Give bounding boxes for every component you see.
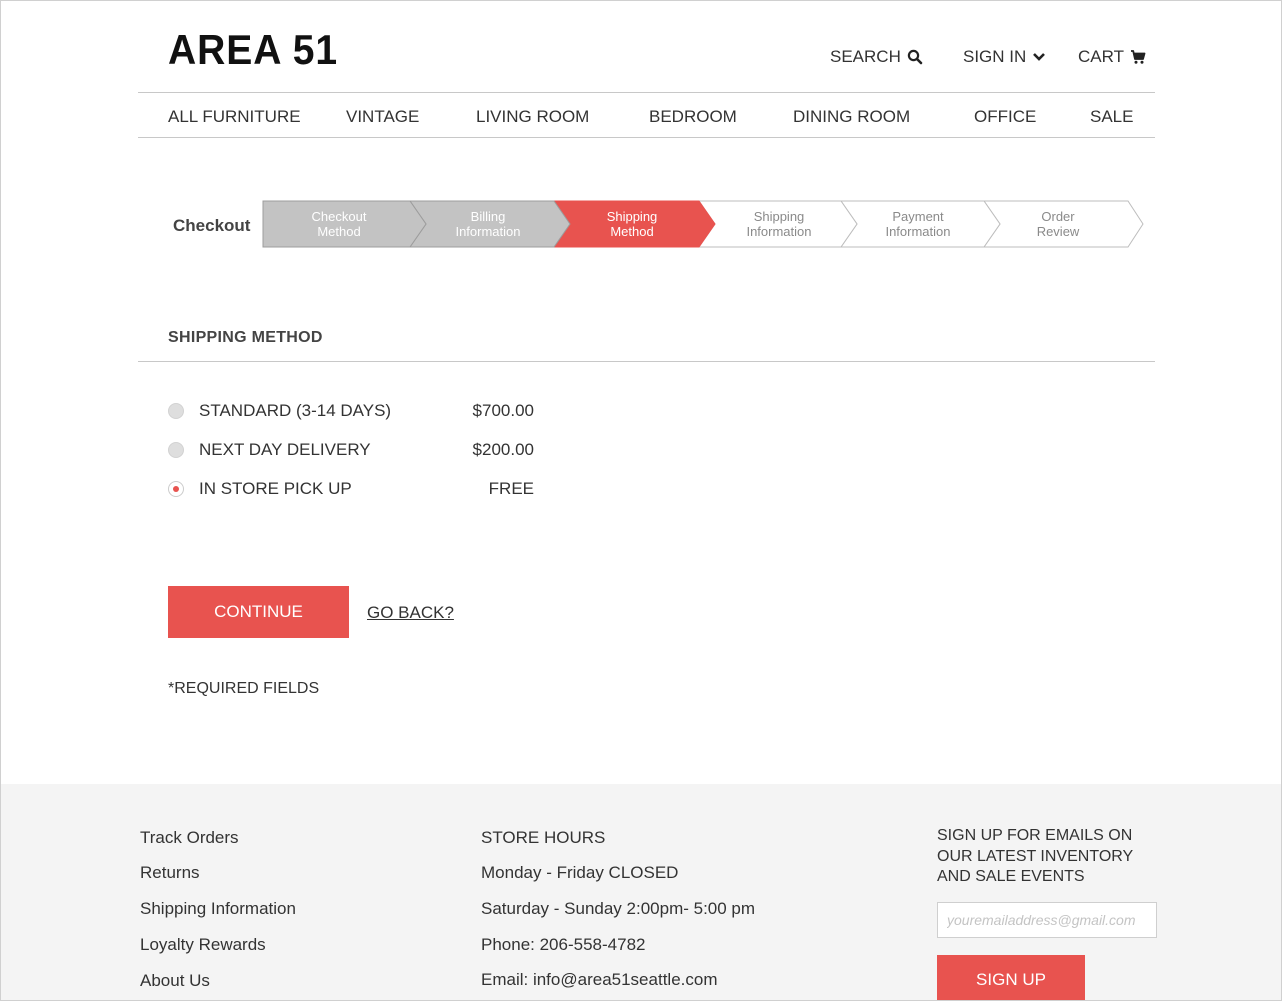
step-label-line1: Billing xyxy=(470,209,506,224)
radio-in-store-pickup[interactable] xyxy=(168,481,184,497)
radio-standard[interactable] xyxy=(168,403,184,419)
step-label-order-review: Order Review xyxy=(998,209,1118,239)
go-back-link[interactable]: GO BACK? xyxy=(367,603,454,623)
step-label-line1: Order xyxy=(1041,209,1075,224)
footer xyxy=(0,784,1282,1001)
section-divider xyxy=(138,361,1155,362)
step-label-line2: Method xyxy=(317,224,361,239)
store-hours-weekday: Monday - Friday CLOSED xyxy=(481,863,679,882)
signup-heading-line: AND SALE EVENTS xyxy=(937,868,1085,885)
nav-item-office[interactable]: OFFICE xyxy=(974,107,1036,127)
store-phone: Phone: 206-558-4782 xyxy=(481,935,646,954)
nav-item-living-room[interactable]: LIVING ROOM xyxy=(476,107,589,127)
nav-item-vintage[interactable]: VINTAGE xyxy=(346,107,419,127)
option-price: $700.00 xyxy=(472,401,534,420)
footer-link-shipping-information[interactable]: Shipping Information xyxy=(140,899,296,919)
cart-button[interactable]: CART xyxy=(1078,47,1146,67)
nav-item-bedroom[interactable]: BEDROOM xyxy=(649,107,737,127)
shipping-option-in-store-pickup[interactable]: IN STORE PICK UP FREE xyxy=(168,478,548,500)
store-email: Email: info@area51seattle.com xyxy=(481,970,718,989)
option-label: STANDARD (3-14 DAYS) xyxy=(199,401,392,420)
sign-in-label: SIGN IN xyxy=(963,47,1027,66)
email-signup-heading: SIGN UP FOR EMAILS ON OUR LATEST INVENTO… xyxy=(937,826,1157,888)
step-label-shipping-method: Shipping Method xyxy=(572,209,692,239)
step-label-line1: Shipping xyxy=(753,209,805,224)
step-label-billing-information: Billing Information xyxy=(428,209,548,239)
footer-link-about-us[interactable]: About Us xyxy=(140,971,210,991)
shipping-option-standard[interactable]: STANDARD (3-14 DAYS) $700.00 xyxy=(168,400,548,422)
footer-link-loyalty-rewards[interactable]: Loyalty Rewards xyxy=(140,935,266,955)
step-label-line2: Information xyxy=(455,224,521,239)
sign-up-button[interactable]: SIGN UP xyxy=(937,955,1085,1001)
email-signup-input[interactable] xyxy=(937,902,1157,938)
store-hours-weekend: Saturday - Sunday 2:00pm- 5:00 pm xyxy=(481,899,756,918)
nav-item-sale[interactable]: SALE xyxy=(1090,107,1133,127)
search-icon xyxy=(907,49,923,65)
search-button[interactable]: SEARCH xyxy=(830,47,923,67)
checkout-progress-title: Checkout xyxy=(173,216,251,235)
cart-icon xyxy=(1130,50,1146,64)
step-label-checkout-method: Checkout Method xyxy=(279,209,399,239)
option-price: $200.00 xyxy=(472,440,534,459)
section-title-shipping-method: SHIPPING METHOD xyxy=(168,329,323,346)
step-label-line1: Checkout xyxy=(311,209,367,224)
radio-next-day[interactable] xyxy=(168,442,184,458)
store-hours-title: STORE HOURS xyxy=(481,828,606,847)
nav-divider-top xyxy=(138,92,1155,93)
step-label-line2: Review xyxy=(1036,224,1080,239)
signup-heading-line: SIGN UP FOR EMAILS ON xyxy=(937,827,1133,844)
chevron-down-icon xyxy=(1033,53,1046,61)
continue-button[interactable]: CONTINUE xyxy=(168,586,349,638)
step-label-line2: Information xyxy=(746,224,812,239)
step-label-line1: Shipping xyxy=(606,209,658,224)
nav-item-dining-room[interactable]: DINING ROOM xyxy=(793,107,910,127)
footer-link-returns[interactable]: Returns xyxy=(140,863,200,883)
sign-in-dropdown[interactable]: SIGN IN xyxy=(963,47,1046,67)
search-label: SEARCH xyxy=(830,47,901,66)
step-label-line2: Information xyxy=(885,224,951,239)
step-label-payment-information: Payment Information xyxy=(858,209,978,239)
nav-divider-bottom xyxy=(138,137,1155,138)
option-label: IN STORE PICK UP xyxy=(199,479,352,498)
cart-label: CART xyxy=(1078,47,1124,66)
brand-logo[interactable]: AREA 51 xyxy=(168,26,338,74)
option-label: NEXT DAY DELIVERY xyxy=(199,440,371,459)
signup-heading-line: OUR LATEST INVENTORY xyxy=(937,847,1134,865)
option-price: FREE xyxy=(488,479,534,498)
step-label-line2: Method xyxy=(610,224,654,239)
nav-item-all-furniture[interactable]: ALL FURNITURE xyxy=(168,107,301,127)
step-label-shipping-information: Shipping Information xyxy=(719,209,839,239)
step-label-line1: Payment xyxy=(892,209,944,224)
required-fields-note: *REQUIRED FIELDS xyxy=(168,680,320,697)
footer-link-track-orders[interactable]: Track Orders xyxy=(140,828,239,848)
shipping-option-next-day[interactable]: NEXT DAY DELIVERY $200.00 xyxy=(168,439,548,461)
